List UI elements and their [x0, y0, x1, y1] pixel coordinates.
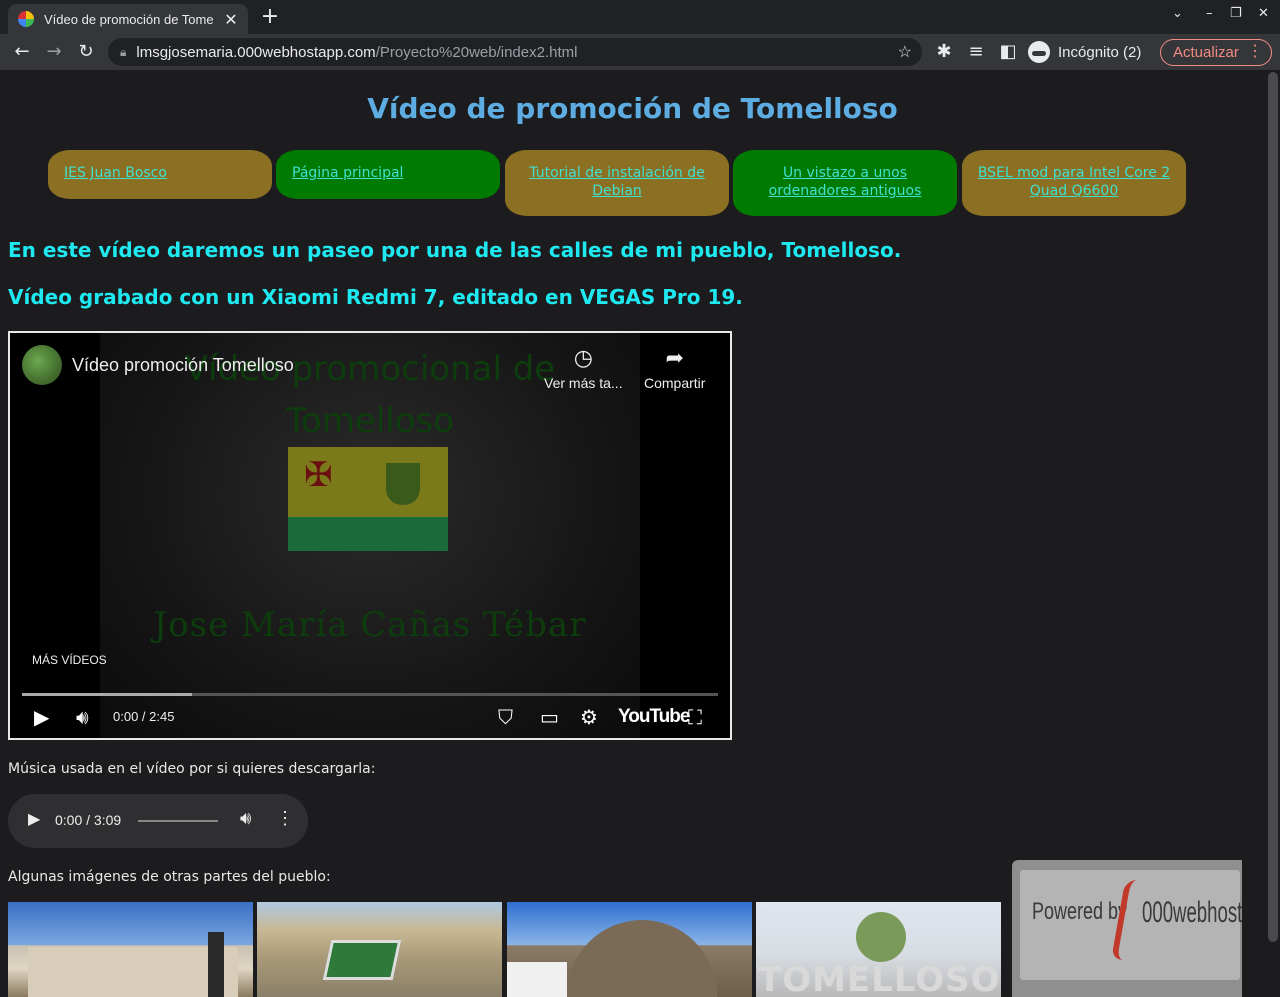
channel-avatar[interactable] — [22, 345, 62, 385]
tab-search-chevron-icon[interactable]: ⌄ — [1172, 6, 1183, 21]
page-title: Vídeo de promoción de Tomelloso — [367, 92, 898, 125]
reload-icon[interactable]: ↻ — [72, 38, 100, 66]
nav-pagina-principal[interactable]: Página principal — [276, 150, 500, 199]
browser-tab[interactable]: Vídeo de promoción de Tome ✕ — [8, 4, 248, 34]
incognito-icon — [1028, 41, 1050, 63]
audio-player[interactable]: ▶ 0:00 / 3:09 🔊︎ ⋮ — [8, 794, 308, 848]
cross-icon: ✠ — [304, 455, 333, 495]
video-title[interactable]: Vídeo promoción Tomelloso — [72, 355, 294, 376]
update-label: Actualizar — [1173, 44, 1239, 61]
tab-strip: Vídeo de promoción de Tome ✕ + ⌄ – ❐ ✕ — [0, 0, 1280, 34]
nav-bsel-mod[interactable]: BSEL mod para Intel Core 2 Quad Q6600 — [962, 150, 1186, 216]
image-tomelloso-letters[interactable]: TOMELLOSO — [756, 902, 1001, 997]
youtube-logo[interactable]: YouTube — [618, 703, 690, 731]
audio-play-icon[interactable]: ▶ — [28, 809, 40, 829]
tomelloso-flag: ✠ — [288, 447, 448, 551]
page-content: Vídeo de promoción de Tomelloso IES Juan… — [0, 70, 1280, 997]
powered-by-text: Powered by — [1032, 898, 1128, 925]
incognito-indicator[interactable]: Incógnito (2) — [1028, 40, 1141, 64]
music-label: Música usada en el vídeo por si quieres … — [8, 761, 376, 777]
nav-ordenadores-antiguos[interactable]: Un vistazo a unos ordenadores antiguos — [733, 150, 957, 216]
nav-tutorial-debian[interactable]: Tutorial de instalación de Debian — [505, 150, 729, 216]
headline-paseo: En este vídeo daremos un paseo por una d… — [8, 238, 902, 262]
shield-icon[interactable]: ⛉ — [498, 703, 513, 731]
powered-by-000webhost-badge[interactable]: Powered by 000webhost — [1012, 860, 1242, 997]
subtitles-icon[interactable]: ▭ — [540, 703, 559, 731]
audio-volume-icon[interactable]: 🔊︎ — [240, 808, 251, 829]
video-frame: Vídeo promocional de Tomelloso ✠ Jose Ma… — [100, 333, 640, 738]
media-control-icon[interactable]: ≡ — [962, 38, 990, 66]
side-panel-icon[interactable]: ◧ — [994, 38, 1022, 66]
new-tab-button[interactable]: + — [258, 4, 282, 30]
image-stone-bombo[interactable] — [507, 902, 752, 997]
minimize-icon[interactable]: – — [1206, 6, 1213, 21]
nav-ies-juan-bosco[interactable]: IES Juan Bosco — [48, 150, 272, 199]
url-path: /Proyecto%20web/index2.html — [375, 43, 578, 61]
watch-later-button[interactable]: ◷ Ver más ta... — [544, 345, 623, 391]
volume-icon[interactable]: 🔊︎ — [76, 703, 89, 731]
lock-icon[interactable]: 🔒︎ — [120, 45, 126, 60]
audio-menu-icon[interactable]: ⋮ — [276, 808, 294, 829]
more-videos[interactable]: MÁS VÍDEOS — [32, 653, 107, 667]
tomelloso-letters-text: TOMELLOSO — [758, 960, 1001, 997]
restore-icon[interactable]: ❐ — [1230, 6, 1242, 21]
youtube-embed[interactable]: Vídeo promocional de Tomelloso ✠ Jose Ma… — [8, 331, 732, 740]
clock-icon: ◷ — [573, 345, 593, 370]
frame-author-text: Jose María Cañas Tébar — [153, 605, 587, 645]
back-icon[interactable]: ← — [8, 38, 36, 66]
menu-dots-icon[interactable]: ⋮ — [1247, 41, 1263, 61]
video-progress-bar[interactable] — [22, 693, 718, 696]
play-icon[interactable]: ▶ — [34, 703, 49, 731]
image-town-hall[interactable] — [8, 902, 253, 997]
address-bar[interactable]: 🔒︎ lmsgjosemaria.000webhostapp.com/Proye… — [108, 38, 922, 66]
browser-toolbar: ← → ↻ 🔒︎ lmsgjosemaria.000webhostapp.com… — [0, 34, 1280, 70]
share-icon: ➦ — [665, 345, 684, 370]
extensions-icon[interactable]: ✱ — [930, 38, 958, 66]
close-tab-icon[interactable]: ✕ — [222, 10, 240, 29]
incognito-label: Incógnito (2) — [1058, 43, 1142, 61]
site-favicon-icon — [18, 11, 34, 27]
url-host: lmsgjosemaria.000webhostapp.com — [136, 43, 376, 61]
update-button[interactable]: Actualizar ⋮ — [1160, 39, 1272, 66]
images-label: Algunas imágenes de otras partes del pue… — [8, 869, 331, 885]
video-time: 0:00 / 2:45 — [113, 709, 175, 724]
watch-later-label: Ver más ta... — [544, 375, 623, 391]
audio-time: 0:00 / 3:09 — [55, 812, 122, 828]
audio-seek-bar[interactable] — [138, 820, 218, 822]
headline-grabado: Vídeo grabado con un Xiaomi Redmi 7, edi… — [8, 285, 743, 309]
forward-icon[interactable]: → — [40, 38, 68, 66]
share-button[interactable]: ➦ Compartir — [644, 345, 705, 391]
page-scrollbar[interactable] — [1266, 70, 1280, 997]
000webhost-brand: 000webhost — [1142, 896, 1242, 929]
image-aerial-view[interactable] — [257, 902, 502, 997]
settings-gear-icon[interactable]: ⚙ — [580, 703, 598, 731]
fullscreen-icon[interactable]: ⛶ — [688, 703, 702, 731]
window-close-icon[interactable]: ✕ — [1258, 6, 1269, 21]
bookmark-star-icon[interactable]: ☆ — [898, 42, 912, 62]
tab-title: Vídeo de promoción de Tome — [44, 11, 214, 27]
crest-icon — [386, 463, 420, 505]
share-label: Compartir — [644, 375, 706, 391]
